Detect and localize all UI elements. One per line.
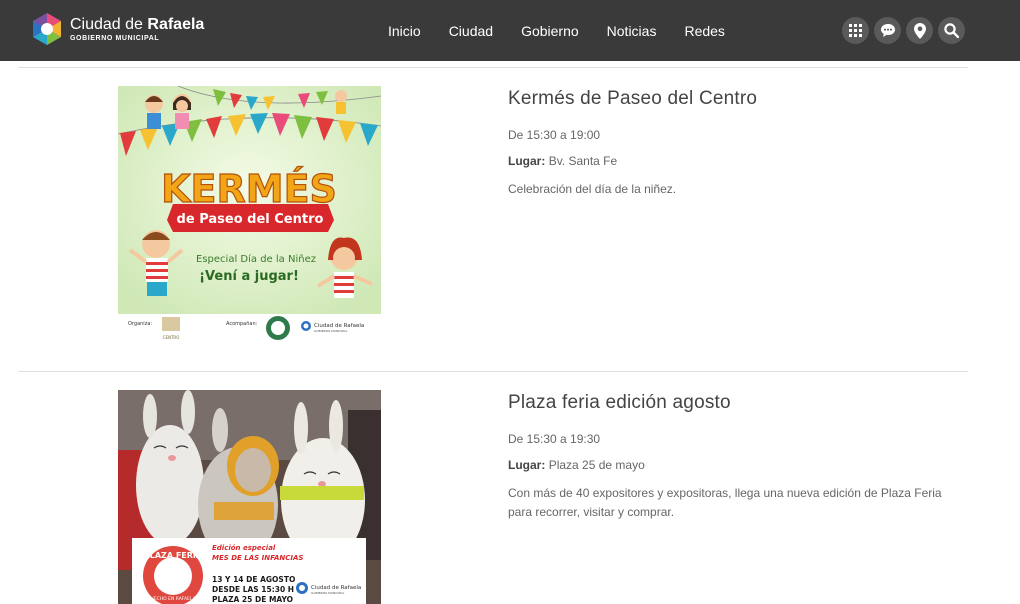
poster-cta: ¡Vení a jugar! — [199, 269, 299, 284]
plaza-feria-poster-image: PLAZA FERIA HECHO EN RAFAELA Edición esp… — [118, 390, 381, 604]
event-details: Plaza feria edición agosto De 15:30 a 19… — [508, 392, 958, 522]
event-time: De 15:30 a 19:30 — [508, 432, 601, 446]
poster-dates-2: DESDE LAS 15:30 H — [212, 585, 294, 594]
nav-noticias[interactable]: Noticias — [607, 23, 657, 39]
poster-special: Especial Día de la Niñez — [196, 253, 316, 265]
poster-org-logo: CENTRO — [163, 335, 180, 340]
poster-badge-bottom: HECHO EN RAFAELA — [150, 596, 196, 602]
event-place: Lugar: Plaza 25 de mayo — [508, 458, 645, 472]
logo-subtitle: GOBIERNO MUNICIPAL — [70, 35, 160, 42]
poster-ribbon: de Paseo del Centro — [177, 212, 324, 227]
poster-edition: Edición especial — [212, 544, 276, 552]
event-description: Con más de 40 expositores y expositoras,… — [508, 486, 942, 519]
nav-redes[interactable]: Redes — [684, 23, 724, 39]
event-item: PLAZA FERIA HECHO EN RAFAELA Edición esp… — [0, 372, 1020, 604]
kermes-poster-image: KERMÉS de Paseo del Centro Especial Día … — [118, 86, 381, 342]
event-item: KERMÉS de Paseo del Centro Especial Día … — [0, 68, 1020, 370]
poster-edition-sub: MES DE LAS INFANCIAS — [212, 554, 303, 562]
apps-grid-icon — [849, 24, 862, 37]
event-title[interactable]: Kermés de Paseo del Centro — [508, 88, 958, 110]
chat-bubble-icon — [880, 24, 895, 37]
poster-dates-1: 13 Y 14 DE AGOSTO — [212, 575, 295, 584]
event-title[interactable]: Plaza feria edición agosto — [508, 392, 958, 414]
chat-button[interactable] — [874, 17, 901, 44]
poster-brand-sub: GOBIERNO MUNICIPAL — [311, 591, 345, 595]
location-pin-icon — [913, 22, 926, 39]
event-details: Kermés de Paseo del Centro De 15:30 a 19… — [508, 88, 958, 199]
event-description: Celebración del día de la niñez. — [508, 182, 677, 196]
nav-ciudad[interactable]: Ciudad — [449, 23, 493, 39]
city-logo-icon — [33, 13, 61, 45]
poster-organiza: Organiza: — [128, 321, 152, 327]
nav-inicio[interactable]: Inicio — [388, 23, 421, 39]
search-button[interactable] — [938, 17, 965, 44]
header-icons — [842, 17, 970, 44]
search-icon — [944, 23, 959, 38]
nav-gobierno[interactable]: Gobierno — [521, 23, 579, 39]
poster-badge-top: PLAZA FERIA — [144, 551, 203, 560]
event-poster-plaza-feria[interactable]: PLAZA FERIA HECHO EN RAFAELA Edición esp… — [118, 390, 381, 604]
logo-title: Ciudad de Rafaela — [70, 16, 205, 33]
site-logo[interactable]: Ciudad de Rafaela GOBIERNO MUNICIPAL — [30, 12, 204, 46]
location-button[interactable] — [906, 17, 933, 44]
main-nav: Inicio Ciudad Gobierno Noticias Redes — [374, 0, 739, 61]
event-poster-kermes[interactable]: KERMÉS de Paseo del Centro Especial Día … — [118, 86, 381, 342]
site-header: Ciudad de Rafaela GOBIERNO MUNICIPAL Ini… — [0, 0, 1020, 61]
poster-acompanan: Acompañan: — [226, 321, 258, 327]
poster-brand-sub: GOBIERNO MUNICIPAL — [314, 329, 348, 333]
apps-grid-button[interactable] — [842, 17, 869, 44]
poster-dates-3: PLAZA 25 DE MAYO — [212, 595, 293, 604]
event-time: De 15:30 a 19:00 — [508, 128, 601, 142]
event-place: Lugar: Bv. Santa Fe — [508, 154, 618, 168]
